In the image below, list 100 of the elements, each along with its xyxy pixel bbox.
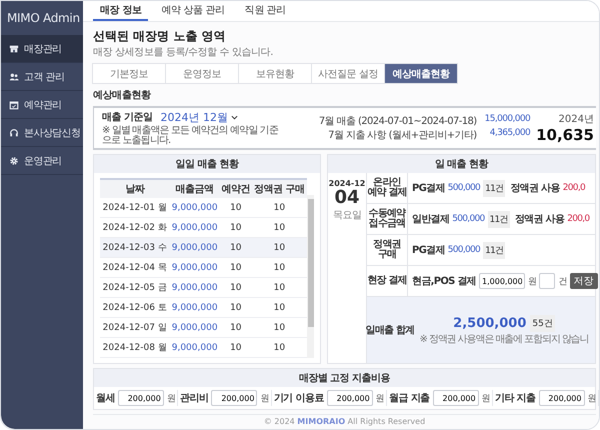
cost-label: 기기 이용료 [274,392,324,405]
year-label: 2024년 [558,113,594,126]
sub-tab[interactable]: 사전질문 설정 [311,63,385,84]
method-label: 현금,POS 결제 [412,275,476,288]
table-cell: 2024-12-08 월 [100,338,170,358]
unit-label: 원 [376,392,384,404]
date-label: 매출 기준일 [102,111,152,124]
table-cell: 10 [220,298,252,318]
table-cell: 10 [220,318,252,338]
amount: 500,000 [448,183,480,193]
amount-input[interactable]: 1,000,000 [479,273,526,289]
row-label: 현장 결제 [367,266,408,296]
table-cell: 10 [220,338,252,358]
store-icon [9,44,19,54]
unit-label: 원 [482,392,490,404]
count-badge: 11건 [483,242,506,258]
panel-title: 일일 매출 현황 [94,155,320,173]
row-label: 온라인 예약 결제 [367,173,408,203]
table-cell: 10 [220,238,252,258]
panel-title: 일 매출 현황 [328,155,595,173]
total-label: 일매출 합계 [367,324,413,338]
total-note: ※ 정액권 사용액은 매출에 포함되지 않습니 [420,332,588,346]
headset-icon [9,128,19,138]
unit-label: 건 [558,276,567,288]
method-label: PG결제 [412,182,445,195]
column-header: 정액권 구매 [252,179,307,198]
row-label: 수동예약 접수금액 [367,204,408,234]
month-dropdown[interactable]: 2024년 12월 [160,110,238,124]
total-amount: 2,500,000 [453,316,526,330]
scrollbar[interactable] [307,195,314,358]
table-cell: 10 [220,198,252,218]
top-tab[interactable]: 매장 정보 [93,1,148,21]
sub-tab[interactable]: 예상매출현황 [384,63,458,84]
cost-label: 기타 지출 [495,392,536,405]
cost-input[interactable]: 200,000 [538,390,584,406]
unit-label: 원 [588,392,596,404]
table-cell: 2024-12-01 월 [100,198,170,218]
usage-amount: 200,0 [562,183,585,193]
table-cell: 10 [252,238,307,258]
page-subtitle: 매장 상세정보를 등록/수정할 수 있습니다. [93,46,274,59]
cost-input[interactable]: 200,000 [211,390,258,406]
table-cell: 10 [220,278,252,298]
table-cell: 9,000,000 [170,338,220,358]
app-logo: MIMO Admin [6,10,81,27]
gear-icon [9,156,19,166]
table-cell: 2024-12-05 금 [100,278,170,298]
unit-label: 원 [260,392,269,404]
count-badge: 11건 [483,180,506,196]
table-cell: 9,000,000 [170,318,220,338]
summary-label: 7월 매출 (2024-07-01~2024-07-18) [318,115,477,128]
summary-value: 15,000,000 [484,114,530,126]
summary-value: 4,365,000 [488,128,530,140]
sub-tab[interactable]: 기본정보 [92,63,166,84]
column-header: 날짜 [100,179,170,198]
unit-label: 원 [166,392,176,404]
cost-input[interactable]: 200,000 [432,390,479,406]
top-tab[interactable]: 직원 관리 [238,1,293,21]
usage-amount: 200,0 [567,214,590,224]
cost-input[interactable]: 200,000 [326,390,373,406]
amount: 500,000 [448,245,480,255]
unit-label: 원 [528,276,536,288]
method-label: PG결제 [412,244,445,257]
count-badge: 55건 [530,314,555,332]
table-cell: 9,000,000 [170,298,220,318]
sidebar-item[interactable]: 매장관리 [1,35,83,63]
top-tab[interactable]: 예약 상품 관리 [154,1,232,21]
panel-title: 매장별 고정 지출비용 [94,369,595,387]
summary-label: 7월 지출 사항 (월세+관리비+기타) [327,129,477,142]
table-cell: 2024-12-06 토 [100,298,170,318]
table-cell: 2024-12-03 수 [100,238,170,258]
table-cell: 2024-12-07 일 [100,318,170,338]
table-cell: 9,000,000 [170,238,220,258]
year-month: 2024-12 [328,179,366,188]
table-cell: 9,000,000 [170,198,220,218]
summary-note: ※ 일별 매출액은 모든 예약건의 예약일 기준으로 노출됩니다. [102,126,280,146]
people-icon [9,72,19,82]
table-cell: 10 [220,258,252,278]
page-title: 선택된 매장명 노출 영역 [93,28,227,45]
table-cell: 9,000,000 [170,278,220,298]
cost-label: 월세 [96,392,115,405]
day-number: 04 [334,188,360,208]
sub-tab[interactable]: 보유현황 [238,63,312,84]
count-badge: 11건 [488,210,510,228]
count-input[interactable] [539,273,556,289]
section-title: 예상매출현황 [93,89,152,102]
table-cell: 2024-12-04 목 [100,258,170,278]
calendar-icon [9,100,19,110]
column-header: 예약건 [220,179,252,198]
cost-label: 관리비 [180,392,208,405]
caret-icon [230,114,238,120]
usage-label: 정액권 사용 [514,213,564,226]
table-cell: 9,000,000 [170,258,220,278]
amount: 500,000 [452,214,485,224]
sub-tab[interactable]: 운영정보 [165,63,239,84]
method-label: 일반결제 [412,213,450,226]
net-total: 10,635 [536,126,594,144]
save-button[interactable]: 저장 [570,273,598,289]
footer-copyright: © 2024 MIMORAIO All Rights Reserved [93,414,596,429]
usage-label: 정액권 사용 [510,182,560,195]
cost-input[interactable]: 200,000 [118,390,164,406]
